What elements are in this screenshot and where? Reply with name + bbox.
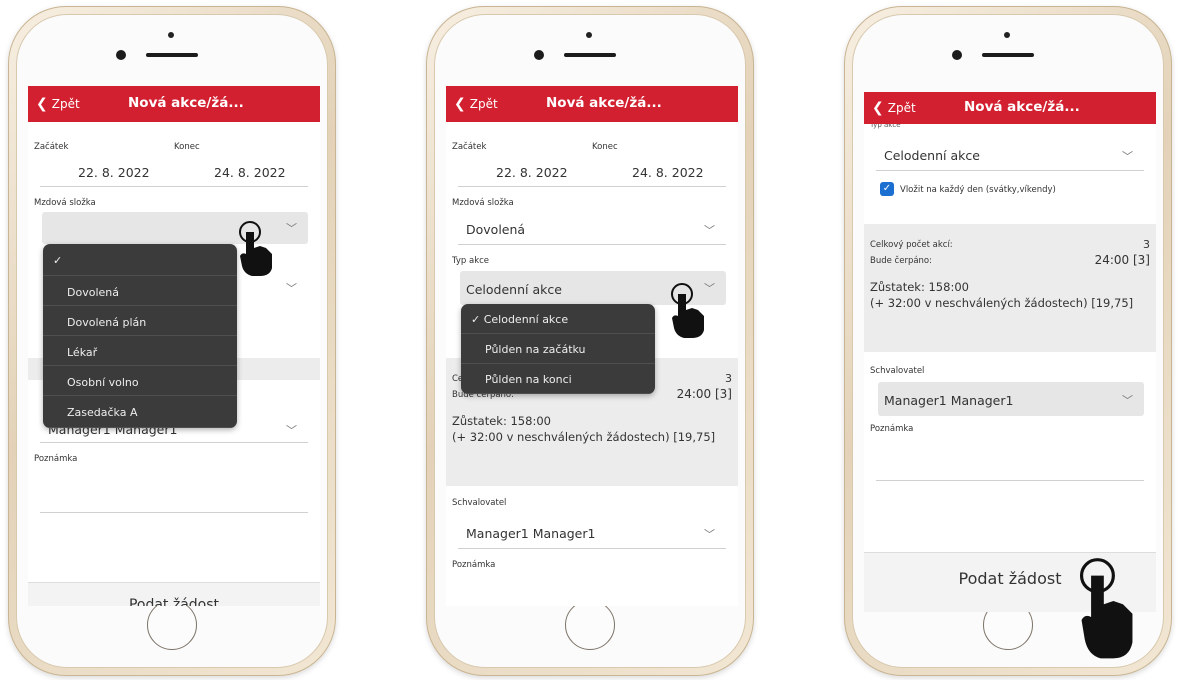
start-date-field[interactable]: 22. 8. 2022: [496, 165, 568, 180]
dropdown-item[interactable]: Zasedačka A: [43, 396, 237, 428]
note-label: Poznámka: [452, 560, 496, 570]
action-type-select[interactable]: Celodenní akce: [884, 148, 980, 163]
divider: [40, 186, 308, 187]
chevron-down-icon: ﹀: [704, 528, 715, 541]
wage-label: Mzdová složka: [34, 198, 96, 208]
home-button[interactable]: [565, 600, 615, 650]
will-draw-value: 24:00 [3]: [1094, 253, 1150, 267]
start-date-field[interactable]: 22. 8. 2022: [78, 165, 150, 180]
header-bar: ❮ Zpět Nová akce/žá...: [864, 92, 1156, 124]
note-label: Poznámka: [870, 424, 914, 434]
checkbox-label: Vložit na každý den (svátky,víkendy): [900, 185, 1056, 195]
hand-pointer-icon: [671, 283, 704, 338]
end-label: Konec: [592, 142, 618, 152]
speaker: [564, 53, 616, 57]
header-bar: ❮ Zpět Nová akce/žá...: [446, 86, 738, 122]
end-date-field[interactable]: 24. 8. 2022: [632, 165, 704, 180]
back-button[interactable]: ❮ Zpět: [872, 100, 916, 116]
divider: [876, 170, 1144, 171]
camera: [1004, 32, 1010, 38]
balance-line-2: (+ 32:00 v neschválených žádostech) [19,…: [870, 296, 1134, 310]
chevron-down-icon: ﹀: [286, 424, 297, 437]
phone-frame-1: ❮ Zpět Nová akce/žá... Začátek Konec 22. …: [8, 6, 336, 676]
balance-line-1: Zůstatek: 158:00: [452, 414, 551, 428]
front-sensor: [116, 50, 126, 60]
wage-label: Mzdová složka: [452, 198, 514, 208]
chevron-down-icon: ﹀: [286, 222, 297, 235]
dropdown-item-empty[interactable]: ✓: [43, 244, 237, 276]
phone-frame-2: ❮ Zpět Nová akce/žá... Začátek Konec 22. …: [426, 6, 754, 676]
camera: [168, 32, 174, 38]
action-type-label: Typ akce: [452, 256, 490, 266]
note-field-underline: [40, 512, 308, 513]
chevron-down-icon: ﹀: [1122, 394, 1133, 407]
chevron-left-icon: ❮: [36, 96, 48, 112]
action-type-value: Celodenní akce: [466, 282, 562, 297]
chevron-down-icon: ﹀: [1122, 150, 1133, 163]
speaker: [982, 53, 1034, 57]
divider: [458, 244, 726, 245]
end-date-field[interactable]: 24. 8. 2022: [214, 165, 286, 180]
front-sensor: [534, 50, 544, 60]
dropdown-item[interactable]: Půlden na začátku: [461, 334, 655, 364]
start-label: Začátek: [34, 142, 69, 152]
balance-line-1: Zůstatek: 158:00: [870, 280, 969, 294]
page-title: Nová akce/žá...: [128, 95, 244, 111]
total-actions-count: 3: [725, 372, 732, 385]
will-draw-value: 24:00 [3]: [676, 387, 732, 401]
speaker: [146, 53, 198, 57]
chevron-down-icon: ﹀: [286, 282, 297, 295]
hand-pointer-icon: [1079, 558, 1133, 659]
wage-select[interactable]: Dovolená: [466, 222, 525, 237]
dropdown-item[interactable]: Lékař: [43, 336, 237, 366]
approver-label: Schvalovatel: [452, 498, 507, 508]
home-button[interactable]: [147, 600, 197, 650]
screen-1: ❮ Zpět Nová akce/žá... Začátek Konec 22. …: [28, 86, 320, 606]
wage-dropdown-menu: ✓ Dovolená Dovolená plán Lékař Osobní vo…: [43, 244, 237, 428]
divider: [458, 186, 726, 187]
front-sensor: [952, 50, 962, 60]
page-title: Nová akce/žá...: [546, 95, 662, 111]
action-type-section: Typ akce Celodenní akce ﹀ ✓ Vložit na ka…: [864, 121, 1156, 224]
dropdown-item[interactable]: Půlden na konci: [461, 364, 655, 394]
hand-pointer-icon: [239, 221, 272, 276]
dropdown-item[interactable]: Dovolená: [43, 276, 237, 306]
phone-frame-3: ❮ Zpět Nová akce/žá... Typ akce Celodenní…: [844, 6, 1172, 676]
approver-select[interactable]: Manager1 Manager1: [466, 526, 595, 541]
screen-2: ❮ Zpět Nová akce/žá... Začátek Konec 22. …: [446, 86, 738, 606]
action-type-dropdown-menu: ✓ Celodenní akce Půlden na začátku Půlde…: [461, 304, 655, 394]
approver-section: Schvalovatel Manager1 Manager1 ﹀ Poznámk…: [864, 352, 1156, 552]
chevron-down-icon: ﹀: [704, 224, 715, 237]
will-draw-label: Bude čerpáno:: [870, 256, 932, 266]
approver-value: Manager1 Manager1: [884, 393, 1014, 408]
dropdown-item[interactable]: Dovolená plán: [43, 306, 237, 336]
note-field-underline: [876, 480, 1144, 481]
dropdown-item-selected[interactable]: ✓ Celodenní akce: [461, 304, 655, 334]
submit-button[interactable]: Podat žádost: [28, 582, 320, 606]
total-actions-label: Celkový počet akcí:: [870, 240, 953, 250]
approver-label: Schvalovatel: [870, 366, 925, 376]
page-title: Nová akce/žá...: [964, 99, 1080, 115]
back-button[interactable]: ❮ Zpět: [36, 96, 80, 112]
note-label: Poznámka: [34, 454, 78, 464]
chevron-left-icon: ❮: [454, 96, 466, 112]
total-actions-count: 3: [1143, 238, 1150, 251]
back-button[interactable]: ❮ Zpět: [454, 96, 498, 112]
approver-section: Schvalovatel Manager1 Manager1 ﹀ Poznámk…: [446, 486, 738, 606]
header-bar: ❮ Zpět Nová akce/žá...: [28, 86, 320, 122]
balance-line-2: (+ 32:00 v neschválených žádostech) [19,…: [452, 430, 716, 444]
camera: [586, 32, 592, 38]
start-label: Začátek: [452, 142, 487, 152]
end-label: Konec: [174, 142, 200, 152]
chevron-left-icon: ❮: [872, 100, 884, 116]
info-section: Celkový počet akcí: 3 Bude čerpáno: 24:0…: [864, 224, 1156, 352]
divider: [458, 548, 726, 549]
dropdown-item[interactable]: Osobní volno: [43, 366, 237, 396]
screen-3: ❮ Zpět Nová akce/žá... Typ akce Celodenní…: [864, 92, 1156, 612]
checkbox-checked-icon[interactable]: ✓: [880, 182, 894, 196]
divider: [40, 442, 308, 443]
